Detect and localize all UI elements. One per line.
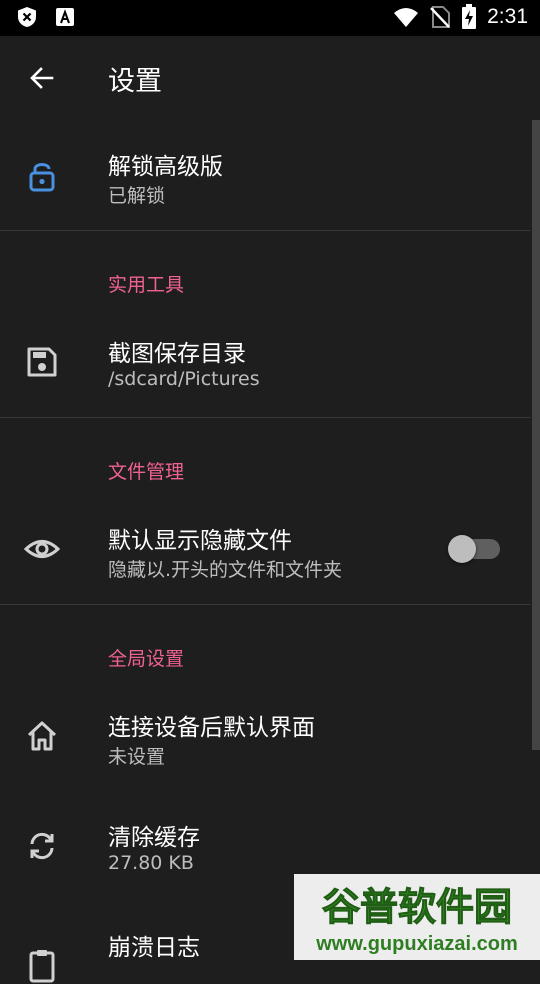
sync-icon — [30, 832, 54, 860]
app-toolbar: 设置 — [0, 36, 540, 120]
default-screen-item[interactable]: 连接设备后默认界面 未设置 — [0, 680, 530, 790]
section-header-global: 全局设置 — [108, 648, 185, 670]
show-hidden-title: 默认显示隐藏文件 — [108, 528, 292, 554]
home-icon — [27, 721, 57, 751]
scrollbar[interactable] — [532, 120, 540, 750]
section-header-tools: 实用工具 — [108, 274, 185, 296]
divider — [0, 417, 530, 418]
save-icon — [27, 347, 57, 377]
clipboard-icon — [29, 950, 55, 983]
watermark-logo: 谷普软件园 www.gupuxiazai.com — [294, 874, 540, 960]
divider — [0, 604, 530, 605]
default-screen-title: 连接设备后默认界面 — [108, 715, 315, 741]
cache-size: 27.80 KB — [108, 852, 194, 874]
divider — [0, 230, 530, 231]
unlock-status: 已解锁 — [108, 185, 166, 207]
battery-charging-icon — [462, 4, 477, 29]
text-a-icon — [56, 8, 74, 26]
unlock-premium-item[interactable]: 解锁高级版 已解锁 — [0, 120, 530, 230]
crash-log-title: 崩溃日志 — [108, 935, 200, 961]
clear-cache-title: 清除缓存 — [108, 825, 200, 851]
page-title: 设置 — [108, 66, 162, 97]
section-header-file-management: 文件管理 — [108, 461, 185, 483]
default-screen-value: 未设置 — [108, 746, 166, 768]
no-sim-icon — [430, 6, 451, 28]
screenshot-dir-path: /sdcard/Pictures — [108, 368, 260, 390]
eye-icon — [24, 540, 60, 558]
screenshot-dir-item[interactable]: 截图保存目录 /sdcard/Pictures — [0, 306, 530, 416]
lock-icon — [29, 163, 55, 192]
shield-x-icon — [18, 7, 36, 27]
svg-text:www.gupuxiazai.com: www.gupuxiazai.com — [315, 933, 518, 955]
show-hidden-subtitle: 隐藏以.开头的文件和文件夹 — [108, 559, 343, 581]
screenshot-dir-title: 截图保存目录 — [108, 341, 246, 367]
show-hidden-files-item[interactable]: 默认显示隐藏文件 隐藏以.开头的文件和文件夹 — [0, 493, 530, 603]
toggle-thumb[interactable] — [448, 535, 476, 563]
clock: 2:31 — [487, 5, 528, 28]
unlock-title: 解锁高级版 — [108, 154, 223, 180]
status-bar: 2:31 — [0, 0, 540, 36]
wifi-icon — [394, 8, 419, 27]
svg-text:谷普软件园: 谷普软件园 — [322, 885, 512, 929]
back-arrow-icon[interactable] — [26, 62, 58, 94]
